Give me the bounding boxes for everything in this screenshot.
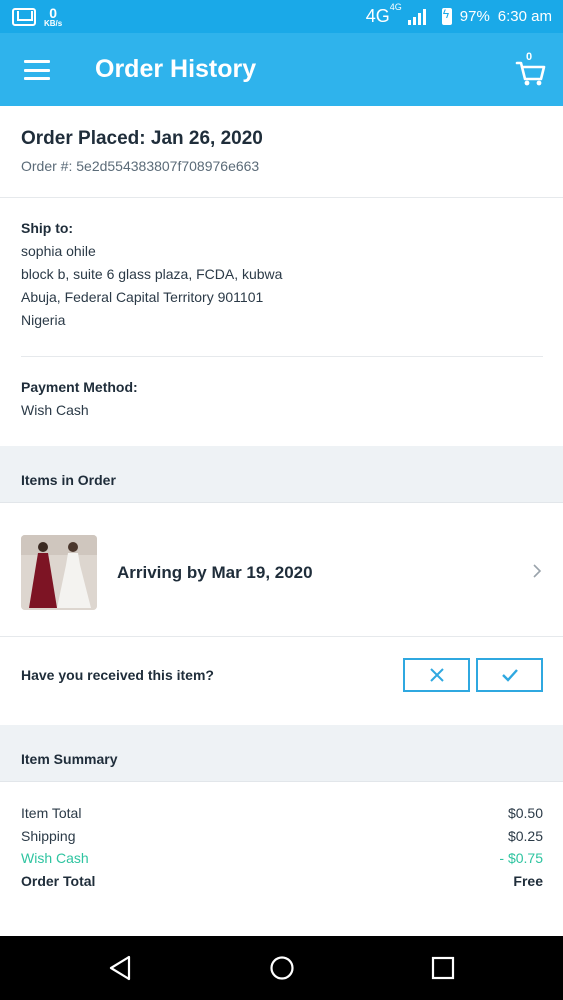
order-item-row[interactable]: Arriving by Mar 19, 2020 <box>0 503 563 636</box>
status-right: 4G4G 97% 6:30 am <box>366 0 552 33</box>
cart-button[interactable]: 0 <box>515 51 547 87</box>
summary-value: $0.25 <box>507 828 543 844</box>
battery-level: 97% <box>459 8 490 25</box>
check-icon <box>501 669 518 682</box>
app-bar: Order History 0 <box>0 33 563 106</box>
items-in-order-label: Items in Order <box>21 472 116 488</box>
signal-icon <box>407 8 426 25</box>
ship-to-line: sophia ohile <box>21 243 96 259</box>
dress-image <box>21 535 97 610</box>
battery-icon <box>441 7 452 25</box>
ship-to-line: Nigeria <box>21 312 66 328</box>
status-left: 0 KB/s <box>0 6 62 28</box>
summary-row-shipping: Shipping $0.25 <box>21 828 543 844</box>
summary-row-order-total: Order Total Free <box>21 873 543 889</box>
divider <box>0 636 563 637</box>
network-speed: 0 KB/s <box>44 6 62 28</box>
network-type-label: 4G <box>365 6 390 26</box>
network-type: 4G 4G <box>365 2 402 27</box>
summary-label: Item Total <box>21 805 82 821</box>
summary-label: Wish Cash <box>21 850 89 866</box>
page-title: Order History <box>95 55 257 83</box>
item-arrival-date: Arriving by Mar 19, 2020 <box>117 563 313 582</box>
ship-to-line: block b, suite 6 glass plaza, FCDA, kubw… <box>21 266 283 282</box>
summary-label: Shipping <box>21 828 76 844</box>
chevron-right-icon <box>533 564 542 578</box>
summary-label: Order Total <box>21 873 96 889</box>
summary-value: $0.50 <box>507 805 543 821</box>
payment-method-label: Payment Method: <box>21 379 138 395</box>
received-question: Have you received this item? <box>21 667 214 683</box>
back-icon[interactable] <box>107 954 135 982</box>
mail-notification-icon <box>12 7 36 26</box>
divider <box>0 197 563 198</box>
summary-value: Free <box>513 873 543 889</box>
close-icon <box>429 668 444 682</box>
order-placed-date: Order Placed: Jan 26, 2020 <box>21 128 263 149</box>
received-button[interactable] <box>476 658 543 692</box>
item-thumbnail <box>21 535 97 610</box>
ship-to-label: Ship to: <box>21 220 74 236</box>
home-icon[interactable] <box>268 954 296 982</box>
summary-row-wish-cash: Wish Cash - $0.75 <box>21 850 543 866</box>
item-summary-label: Item Summary <box>21 751 118 767</box>
payment-method-value: Wish Cash <box>21 402 89 418</box>
status-bar: 0 KB/s 4G4G 97% 6:30 am <box>0 0 563 33</box>
network-speed-unit: KB/s <box>44 18 63 28</box>
recents-icon[interactable] <box>429 954 457 982</box>
clock: 6:30 am <box>497 8 552 25</box>
network-type-small: 4G <box>389 2 402 12</box>
item-summary-header: Item Summary <box>0 725 563 782</box>
menu-icon[interactable] <box>24 60 50 80</box>
network-speed-value: 0 <box>49 4 58 21</box>
items-in-order-header: Items in Order <box>0 446 563 503</box>
ship-to-line: Abuja, Federal Capital Territory 901101 <box>21 289 264 305</box>
cart-count-badge: 0 <box>526 51 533 63</box>
system-nav-bar <box>0 936 563 1000</box>
divider <box>21 356 543 357</box>
order-number: Order #: 5e2d554383807f708976e663 <box>21 158 260 174</box>
summary-value: - $0.75 <box>499 850 543 866</box>
not-received-button[interactable] <box>403 658 470 692</box>
summary-row-item-total: Item Total $0.50 <box>21 805 543 821</box>
